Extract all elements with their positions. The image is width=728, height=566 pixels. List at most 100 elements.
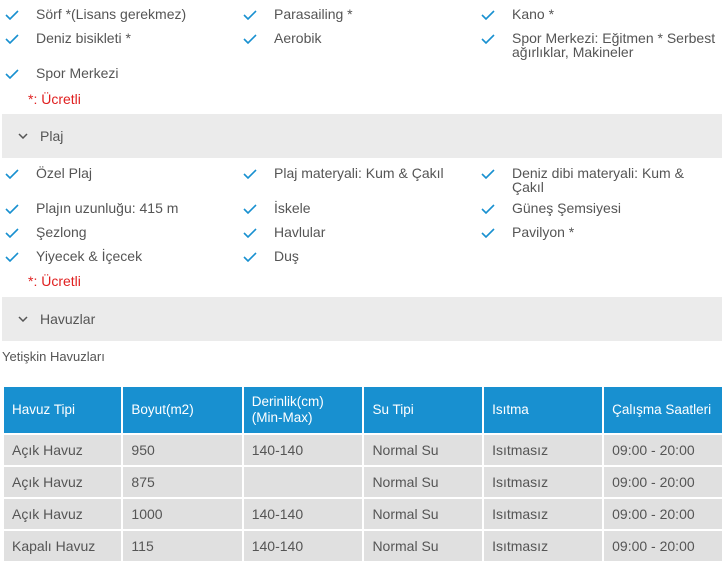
list-item-label: Spor Merkezi: Eğitmen * Serbest ağırlıkl…: [512, 30, 716, 60]
column-header: Isıtma: [484, 387, 603, 433]
list-item-label: Plaj materyali: Kum & Çakıl: [274, 165, 444, 181]
list-item: Spor Merkezi: Eğitmen * Serbest ağırlıkl…: [481, 31, 721, 59]
checkmark-icon: [243, 252, 257, 262]
table-cell: 115: [123, 531, 242, 561]
checkmark-icon: [5, 204, 19, 214]
column-header: Su Tipi: [364, 387, 483, 433]
list-item-label: Havlular: [274, 224, 326, 240]
table-cell: Isıtmasız: [484, 531, 603, 561]
table-cell: 950: [123, 435, 242, 465]
list-item: Yiyecek & İçecek: [5, 249, 225, 263]
table-cell: Normal Su: [364, 499, 483, 529]
table-cell: 1000: [123, 499, 242, 529]
table-row: Açık Havuz 950 140-140 Normal Su Isıtmas…: [4, 435, 722, 465]
checkmark-icon: [481, 228, 495, 238]
list-item-label: Duş: [274, 248, 299, 264]
checkmark-icon: [243, 228, 257, 238]
checkmark-icon: [5, 169, 19, 179]
chevron-down-icon: [18, 316, 28, 322]
table-cell: Açık Havuz: [4, 435, 122, 465]
column-header: Derinlik(cm) (Min-Max): [243, 387, 363, 433]
paid-note: *: Ücretli: [28, 273, 81, 289]
list-item: Kano *: [481, 7, 726, 21]
list-item-label: Kano *: [512, 6, 555, 22]
list-item: Şezlong: [5, 225, 225, 239]
table-cell: Isıtmasız: [484, 467, 603, 497]
paid-note-text: Ücretli: [37, 91, 81, 107]
list-item-label: Plajın uzunluğu: 415 m: [36, 200, 179, 216]
checkmark-icon: [5, 34, 19, 44]
list-item: İskele: [243, 201, 463, 215]
paid-note-text: Ücretli: [37, 273, 81, 289]
table-cell: 140-140: [243, 499, 363, 529]
list-item: Deniz dibi materyali: Kum & Çakıl: [481, 166, 696, 194]
checkmark-icon: [5, 228, 19, 238]
list-item-label: İskele: [274, 200, 311, 216]
checkmark-icon: [481, 169, 495, 179]
list-item: Plajın uzunluğu: 415 m: [5, 201, 225, 215]
section-header-pools[interactable]: Havuzlar: [2, 297, 722, 341]
column-header: Boyut(m2): [123, 387, 242, 433]
table-cell: Isıtmasız: [484, 435, 603, 465]
table-cell: Normal Su: [364, 435, 483, 465]
column-header: Çalışma Saatleri: [604, 387, 722, 433]
table-cell: Normal Su: [364, 467, 483, 497]
list-item: Aerobik: [243, 31, 463, 45]
table-row: Açık Havuz 1000 140-140 Normal Su Isıtma…: [4, 499, 722, 529]
checkmark-icon: [243, 34, 257, 44]
table-cell: Açık Havuz: [4, 467, 122, 497]
table-cell: 09:00 - 20:00: [604, 531, 722, 561]
column-header: Havuz Tipi: [4, 387, 122, 433]
table-cell: 875: [123, 467, 242, 497]
list-item-label: Güneş Şemsiyesi: [512, 200, 621, 216]
paid-note-marker: *:: [28, 91, 38, 107]
list-item-label: Sörf *(Lisans gerekmez): [36, 6, 187, 22]
list-item: Spor Merkezi: [5, 66, 225, 80]
chevron-down-icon: [18, 133, 28, 139]
checkmark-icon: [243, 10, 257, 20]
table-cell: 140-140: [243, 435, 363, 465]
list-item-label: Pavilyon *: [512, 224, 575, 240]
list-item: Güneş Şemsiyesi: [481, 201, 721, 215]
paid-note: *: Ücretli: [28, 91, 81, 107]
table-cell: Kapalı Havuz: [4, 531, 122, 561]
table-row: Kapalı Havuz 115 140-140 Normal Su Isıtm…: [4, 531, 722, 561]
checkmark-icon: [243, 169, 257, 179]
list-item: Deniz bisikleti *: [5, 31, 225, 45]
checkmark-icon: [5, 10, 19, 20]
list-item: Plaj materyali: Kum & Çakıl: [243, 166, 468, 180]
section-header-beach[interactable]: Plaj: [2, 114, 722, 158]
table-header-row: Havuz Tipi Boyut(m2) Derinlik(cm) (Min-M…: [4, 387, 722, 433]
table-cell: 09:00 - 20:00: [604, 499, 722, 529]
checkmark-icon: [481, 10, 495, 20]
list-item: Duş: [243, 249, 463, 263]
list-item-label: Aerobik: [274, 30, 322, 46]
list-item: Pavilyon *: [481, 225, 721, 239]
checkmark-icon: [5, 69, 19, 79]
table-cell: Açık Havuz: [4, 499, 122, 529]
checkmark-icon: [481, 34, 495, 44]
paid-note-marker: *:: [28, 273, 38, 289]
list-item-label: Özel Plaj: [36, 165, 93, 181]
adult-pools-heading: Yetişkin Havuzları: [2, 349, 105, 364]
checkmark-icon: [5, 252, 19, 262]
section-title: Plaj: [40, 128, 64, 144]
table-cell: [243, 467, 363, 497]
list-item-label: Deniz bisikleti *: [36, 30, 131, 46]
list-item: Özel Plaj: [5, 166, 225, 180]
checkmark-icon: [481, 204, 495, 214]
section-title: Havuzlar: [40, 311, 96, 327]
table-cell: 09:00 - 20:00: [604, 467, 722, 497]
list-item: Parasailing *: [243, 7, 463, 21]
list-item: Sörf *(Lisans gerekmez): [5, 7, 225, 21]
table-cell: 140-140: [243, 531, 363, 561]
table-cell: Normal Su: [364, 531, 483, 561]
list-item-label: Parasailing *: [274, 6, 353, 22]
pools-table: Havuz Tipi Boyut(m2) Derinlik(cm) (Min-M…: [2, 385, 724, 563]
list-item-label: Deniz dibi materyali: Kum & Çakıl: [512, 165, 684, 195]
table-cell: 09:00 - 20:00: [604, 435, 722, 465]
list-item: Havlular: [243, 225, 463, 239]
checkmark-icon: [243, 204, 257, 214]
table-cell: Isıtmasız: [484, 499, 603, 529]
list-item-label: Şezlong: [36, 224, 87, 240]
